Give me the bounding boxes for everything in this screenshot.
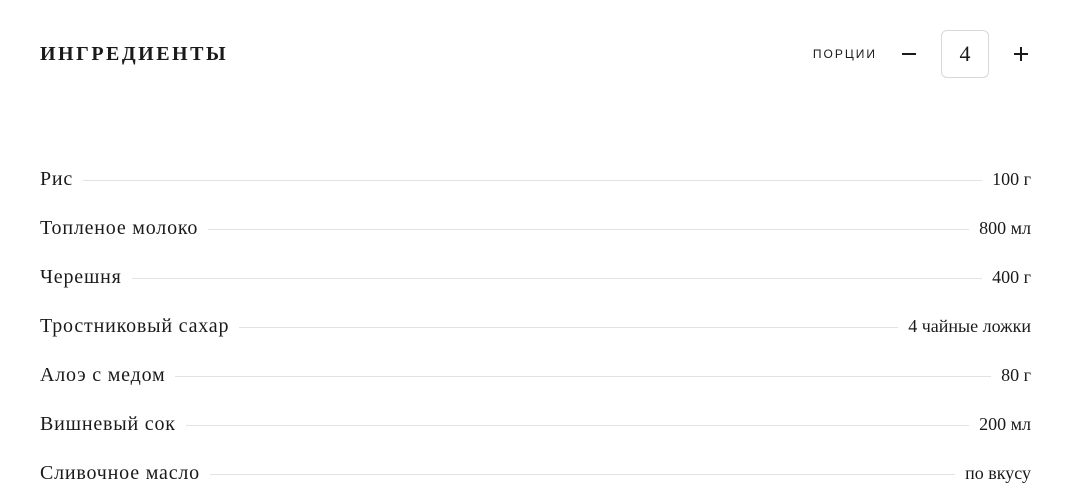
divider-line [132,278,982,279]
divider-line [210,474,955,475]
ingredients-list: Рис 100 г Топленое молоко 800 мл Черешня… [40,168,1031,485]
portions-label: ПОРЦИИ [813,47,877,61]
ingredients-header: ИНГРЕДИЕНТЫ ПОРЦИИ 4 [40,30,1031,78]
ingredient-name[interactable]: Тростниковый сахар [40,315,229,338]
portions-increase-button[interactable] [1011,44,1031,64]
divider-line [186,425,969,426]
ingredient-row: Алоэ с медом 80 г [40,364,1031,387]
ingredient-name[interactable]: Рис [40,168,73,191]
portions-control: ПОРЦИИ 4 [813,30,1031,78]
portions-decrease-button[interactable] [899,44,919,64]
ingredient-row: Вишневый сок 200 мл [40,413,1031,436]
ingredient-name[interactable]: Сливочное масло [40,462,200,485]
ingredient-amount: 100 г [992,169,1031,190]
ingredient-name[interactable]: Топленое молоко [40,217,198,240]
ingredient-amount: 4 чайные ложки [908,316,1031,337]
ingredient-amount: 200 мл [979,414,1031,435]
divider-line [208,229,969,230]
ingredient-amount: 400 г [992,267,1031,288]
divider-line [175,376,991,377]
ingredient-amount: 800 мл [979,218,1031,239]
ingredient-name[interactable]: Вишневый сок [40,413,176,436]
portions-value[interactable]: 4 [941,30,989,78]
ingredient-row: Черешня 400 г [40,266,1031,289]
section-title: ИНГРЕДИЕНТЫ [40,43,228,66]
minus-icon [901,46,917,62]
plus-icon [1013,46,1029,62]
ingredient-name[interactable]: Черешня [40,266,122,289]
ingredient-row: Топленое молоко 800 мл [40,217,1031,240]
ingredient-row: Рис 100 г [40,168,1031,191]
ingredient-name[interactable]: Алоэ с медом [40,364,165,387]
divider-line [83,180,982,181]
divider-line [239,327,898,328]
ingredient-amount: 80 г [1001,365,1031,386]
ingredient-amount: по вкусу [965,463,1031,484]
ingredient-row: Сливочное масло по вкусу [40,462,1031,485]
ingredient-row: Тростниковый сахар 4 чайные ложки [40,315,1031,338]
